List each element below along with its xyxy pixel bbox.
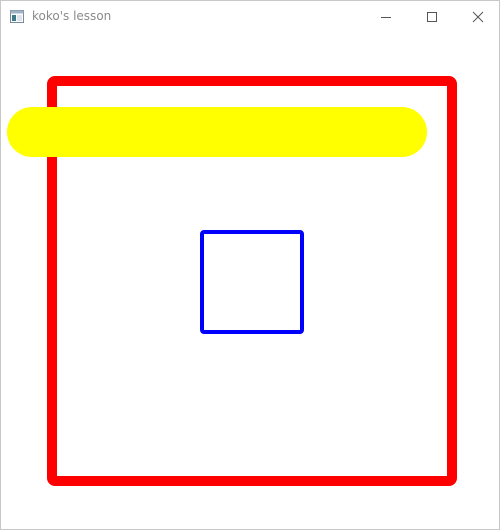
maximize-button[interactable] [409,1,455,32]
close-button[interactable] [455,1,501,32]
title-bar[interactable]: koko's lesson [1,1,499,32]
app-window: koko's lesson [0,0,500,530]
maximize-icon [427,11,437,22]
minimize-icon [381,16,391,18]
close-icon [472,11,484,22]
blue-square [200,230,304,334]
minimize-button[interactable] [363,1,409,32]
window-title: koko's lesson [32,9,112,23]
app-window-icon [10,10,24,23]
drawing-canvas [7,76,457,486]
